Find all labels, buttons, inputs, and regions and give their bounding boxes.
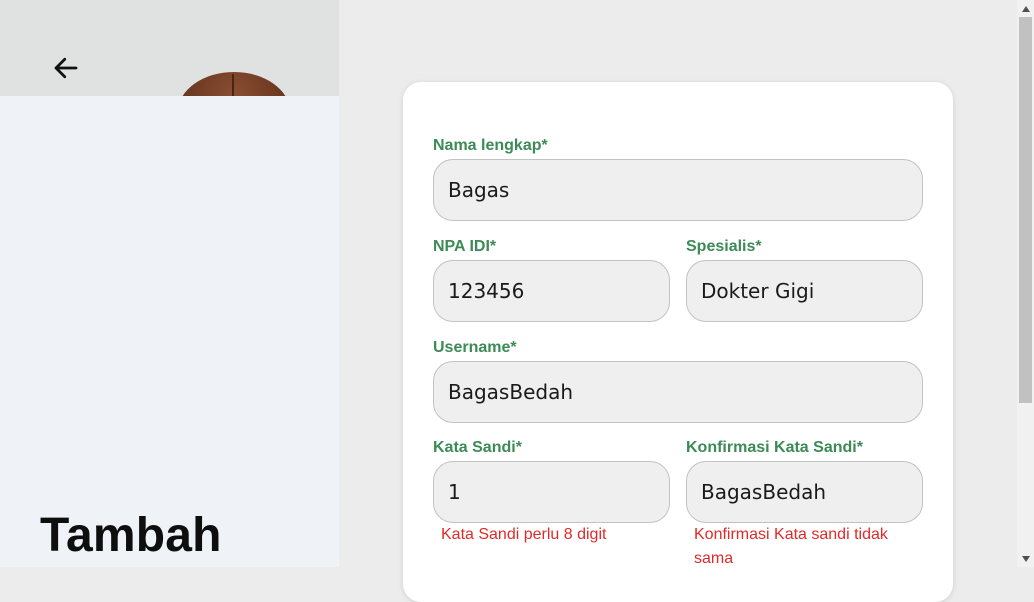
spesialis-label: Spesialis* <box>686 238 762 255</box>
arrow-left-icon <box>54 57 78 79</box>
field-spesialis: Spesialis* <box>686 237 923 322</box>
npa-idi-input[interactable] <box>433 260 670 322</box>
person-hair-image <box>178 72 290 96</box>
kata-sandi-label: Kata Sandi* <box>433 439 522 456</box>
konfirmasi-kata-sandi-input[interactable] <box>686 461 923 523</box>
scroll-up-button[interactable] <box>1017 0 1034 17</box>
konfirmasi-kata-sandi-error: Konfirmasi Kata sandi tidak sama <box>694 526 888 567</box>
kata-sandi-error: Kata Sandi perlu 8 digit <box>441 526 607 543</box>
nama-lengkap-input[interactable] <box>433 159 923 221</box>
vertical-scrollbar[interactable] <box>1017 0 1034 567</box>
back-button[interactable] <box>46 48 86 88</box>
field-npa-idi: NPA IDI* <box>433 237 670 322</box>
field-nama-lengkap: Nama lengkap* <box>433 136 923 221</box>
npa-idi-label: NPA IDI* <box>433 238 497 255</box>
field-konfirmasi-kata-sandi: Konfirmasi Kata Sandi* Konfirmasi Kata s… <box>686 438 923 571</box>
kata-sandi-input[interactable] <box>433 461 670 523</box>
triangle-up-icon <box>1021 5 1030 12</box>
scroll-down-button[interactable] <box>1017 550 1034 567</box>
registration-form-card: Nama lengkap* NPA IDI* Spesialis* Userna… <box>403 82 953 602</box>
left-panel: Tambah <box>0 0 339 567</box>
field-username: Username* <box>433 338 923 423</box>
triangle-down-icon <box>1021 555 1030 562</box>
konfirmasi-kata-sandi-label: Konfirmasi Kata Sandi* <box>686 439 863 456</box>
username-input[interactable] <box>433 361 923 423</box>
page-title: Tambah <box>40 509 222 562</box>
username-label: Username* <box>433 339 517 356</box>
field-kata-sandi: Kata Sandi* Kata Sandi perlu 8 digit <box>433 438 670 547</box>
scrollbar-thumb[interactable] <box>1019 17 1032 403</box>
person-hair-part <box>232 74 234 96</box>
nama-lengkap-label: Nama lengkap* <box>433 137 548 154</box>
spesialis-input[interactable] <box>686 260 923 322</box>
